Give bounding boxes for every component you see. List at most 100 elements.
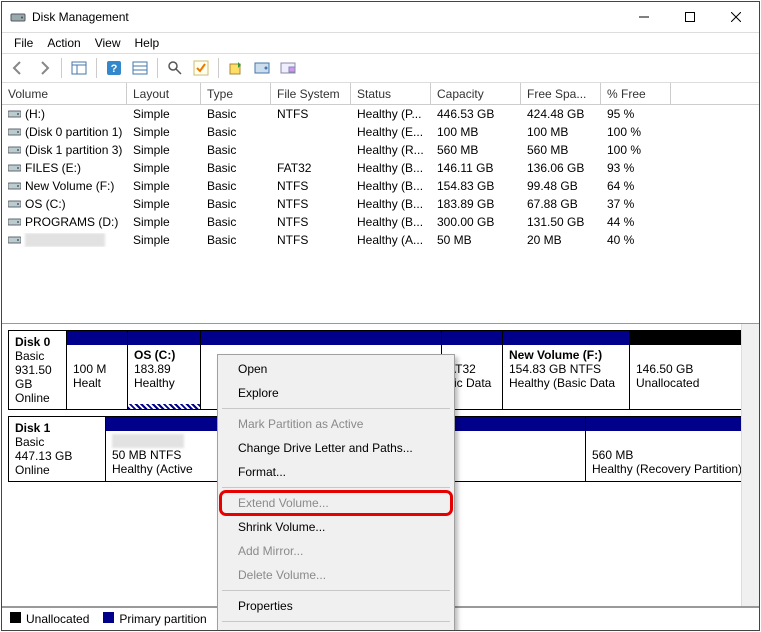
table-row[interactable]: OS (C:)SimpleBasicNTFSHealthy (B...183.8… (2, 195, 759, 213)
table-row[interactable]: (H:)SimpleBasicNTFSHealthy (P...446.53 G… (2, 105, 759, 123)
ctx-help[interactable]: Help (220, 625, 452, 631)
ctx-shrink-volume[interactable]: Shrink Volume... (220, 515, 452, 539)
partition-cap (630, 331, 750, 345)
partition-line: Unallocated (636, 376, 699, 390)
cell-fs: NTFS (271, 215, 351, 229)
settings-button[interactable] (128, 56, 152, 80)
minimize-button[interactable] (621, 2, 667, 32)
table-row[interactable]: XXXXXXXXXXSimpleBasicNTFSHealthy (A...50… (2, 231, 759, 249)
back-button[interactable] (6, 56, 30, 80)
col-pct[interactable]: % Free (601, 83, 671, 105)
disk-name: Disk 1 (15, 421, 50, 435)
close-button[interactable] (713, 2, 759, 32)
menu-file[interactable]: File (8, 34, 39, 52)
ctx-separator (222, 590, 450, 591)
cell-status: Healthy (B... (351, 215, 431, 229)
col-status[interactable]: Status (351, 83, 431, 105)
partition-line: 154.83 GB NTFS (509, 362, 601, 376)
table-row[interactable]: (Disk 0 partition 1)SimpleBasicHealthy (… (2, 123, 759, 141)
cell-layout: Simple (127, 161, 201, 175)
col-fs[interactable]: File System (271, 83, 351, 105)
cell-status: Healthy (R... (351, 143, 431, 157)
volume-icon (8, 199, 21, 209)
partition-line: 50 MB NTFS (112, 448, 181, 462)
partition-cap (201, 331, 441, 345)
legend-primary: Primary partition (103, 612, 206, 626)
maximize-button[interactable] (667, 2, 713, 32)
disk-info[interactable]: Disk 1Basic447.13 GBOnline (9, 417, 105, 481)
toolbar-separator (218, 58, 219, 78)
legend-unallocated: Unallocated (10, 612, 89, 626)
ctx-separator (222, 487, 450, 488)
cell-capacity: 146.11 GB (431, 161, 521, 175)
help-button[interactable]: ? (102, 56, 126, 80)
ctx-change-drive[interactable]: Change Drive Letter and Paths... (220, 436, 452, 460)
scrollbar[interactable] (741, 324, 759, 606)
ctx-properties[interactable]: Properties (220, 594, 452, 618)
table-row[interactable]: PROGRAMS (D:)SimpleBasicNTFSHealthy (B..… (2, 213, 759, 231)
action3-button[interactable] (276, 56, 300, 80)
col-type[interactable]: Type (201, 83, 271, 105)
show-hide-tree-button[interactable] (67, 56, 91, 80)
app-icon (10, 9, 26, 25)
action1-button[interactable] (224, 56, 248, 80)
table-header: Volume Layout Type File System Status Ca… (2, 83, 759, 105)
disk-info[interactable]: Disk 0Basic931.50 GBOnline (9, 331, 66, 409)
ctx-explore[interactable]: Explore (220, 381, 452, 405)
apply-button[interactable] (189, 56, 213, 80)
cell-free: 20 MB (521, 233, 601, 247)
cell-layout: Simple (127, 179, 201, 193)
cell-layout: Simple (127, 125, 201, 139)
refresh-button[interactable] (163, 56, 187, 80)
partition[interactable]: New Volume (F:)154.83 GB NTFSHealthy (Ba… (503, 331, 630, 409)
partition[interactable]: OS (C:)183.89Healthy (128, 331, 201, 409)
partition-line: 146.50 GB (636, 362, 693, 376)
partition[interactable]: 146.50 GBUnallocated (630, 331, 750, 409)
cell-capacity: 100 MB (431, 125, 521, 139)
forward-button[interactable] (32, 56, 56, 80)
partition[interactable]: 100 MHealt (67, 331, 128, 409)
volume-name: (H:) (25, 107, 45, 121)
menu-action[interactable]: Action (41, 34, 86, 52)
partition-line: 100 M (73, 362, 106, 376)
cell-fs: NTFS (271, 179, 351, 193)
cell-free: 131.50 GB (521, 215, 601, 229)
ctx-mark-active: Mark Partition as Active (220, 412, 452, 436)
partition-cap (67, 331, 127, 345)
action2-button[interactable] (250, 56, 274, 80)
ctx-open[interactable]: Open (220, 357, 452, 381)
partition-line: Healthy (Active (112, 462, 193, 476)
table-row[interactable]: New Volume (F:)SimpleBasicNTFSHealthy (B… (2, 177, 759, 195)
cell-type: Basic (201, 125, 271, 139)
col-capacity[interactable]: Capacity (431, 83, 521, 105)
partition[interactable]: XXXXXXXXX50 MB NTFSHealthy (Active (106, 417, 223, 481)
window-buttons (621, 2, 759, 32)
col-volume[interactable]: Volume (2, 83, 127, 105)
table-row[interactable]: (Disk 1 partition 3)SimpleBasicHealthy (… (2, 141, 759, 159)
volume-name: (Disk 0 partition 1) (25, 125, 122, 139)
cell-free: 100 MB (521, 125, 601, 139)
menu-help[interactable]: Help (129, 34, 166, 52)
window-title: Disk Management (32, 10, 621, 24)
volume-icon (8, 217, 21, 227)
col-layout[interactable]: Layout (127, 83, 201, 105)
menu-view[interactable]: View (89, 34, 127, 52)
cell-capacity: 560 MB (431, 143, 521, 157)
table-row[interactable]: FILES (E:)SimpleBasicFAT32Healthy (B...1… (2, 159, 759, 177)
volume-icon (8, 163, 21, 173)
cell-free: 560 MB (521, 143, 601, 157)
menubar: File Action View Help (2, 33, 759, 53)
cell-layout: Simple (127, 197, 201, 211)
cell-pct: 93 % (601, 161, 671, 175)
cell-type: Basic (201, 107, 271, 121)
col-free[interactable]: Free Spa... (521, 83, 601, 105)
cell-type: Basic (201, 215, 271, 229)
partition-label: New Volume (F:) (509, 348, 602, 362)
volume-name: FILES (E:) (25, 161, 81, 175)
volume-name: OS (C:) (25, 197, 66, 211)
volume-table: Volume Layout Type File System Status Ca… (2, 83, 759, 324)
partition[interactable]: 560 MBHealthy (Recovery Partition) (586, 417, 750, 481)
partition-cap (442, 331, 502, 345)
ctx-format[interactable]: Format... (220, 460, 452, 484)
partition-cap (128, 331, 200, 345)
